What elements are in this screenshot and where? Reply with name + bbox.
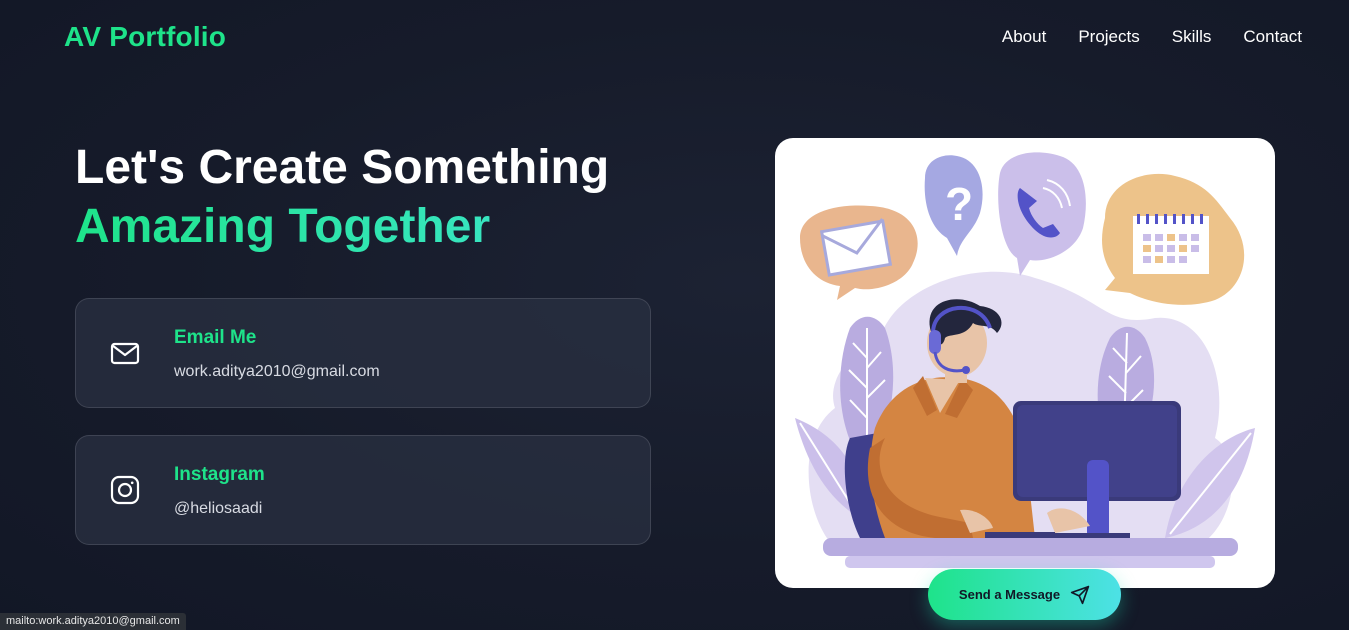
- send-message-button[interactable]: Send a Message: [928, 569, 1121, 620]
- svg-text:?: ?: [945, 178, 973, 230]
- headline-line2: Amazing Together: [75, 196, 609, 258]
- browser-status-bar: mailto:work.aditya2010@gmail.com: [0, 613, 186, 630]
- instagram-title: Instagram: [174, 464, 265, 485]
- send-message-label: Send a Message: [958, 587, 1061, 602]
- instagram-icon: [110, 475, 140, 505]
- nav-projects[interactable]: Projects: [1078, 27, 1139, 47]
- headline-line1: Let's Create Something: [75, 141, 610, 194]
- instagram-card[interactable]: Instagram @heliosaadi: [75, 435, 651, 545]
- nav-links: About Projects Skills Contact: [1002, 27, 1302, 47]
- email-title: Email Me: [174, 327, 257, 348]
- customer-support-image: ?: [795, 152, 1255, 568]
- mail-icon: [110, 342, 140, 365]
- support-illustration: ?: [775, 138, 1275, 588]
- instagram-value: @heliosaadi: [174, 500, 263, 517]
- email-value: work.aditya2010@gmail.com: [174, 363, 380, 380]
- nav-contact[interactable]: Contact: [1243, 27, 1302, 47]
- send-icon: [1070, 585, 1090, 604]
- brand-logo[interactable]: AV Portfolio: [64, 21, 226, 53]
- navbar: AV Portfolio About Projects Skills Conta…: [0, 0, 1349, 74]
- nav-skills[interactable]: Skills: [1172, 27, 1212, 47]
- headline: Let's Create Something Amazing Together: [75, 140, 609, 258]
- nav-about[interactable]: About: [1002, 27, 1046, 47]
- email-card[interactable]: Email Me work.aditya2010@gmail.com: [75, 298, 651, 408]
